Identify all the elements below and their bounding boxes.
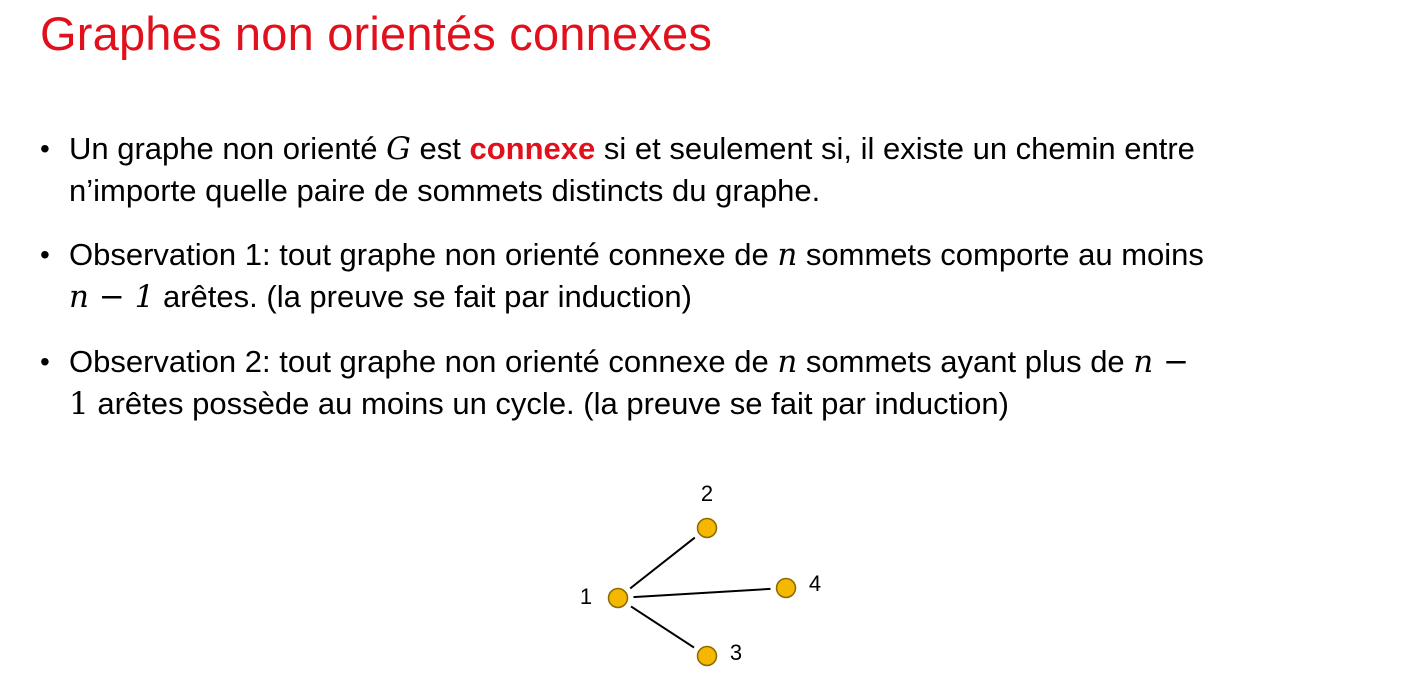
- bullet-definition: • Un graphe non orienté G est connexe si…: [40, 128, 1410, 211]
- slide-title: Graphes non orientés connexes: [40, 7, 713, 60]
- highlighted-term: connexe: [469, 131, 596, 166]
- bullet-dot-icon: •: [40, 346, 50, 377]
- graph-edge-1-3: [630, 605, 695, 649]
- graph-node-3: [696, 645, 718, 667]
- graph-node-4: [775, 577, 797, 599]
- graph-labels: 1 2 3 4: [580, 481, 821, 665]
- graph-node-label-3: 3: [730, 640, 742, 665]
- bullet-observation-1: • Observation 1: tout graphe non orienté…: [40, 234, 1410, 318]
- math-expression: n − 1: [69, 279, 155, 315]
- bullet-observation-2: • Observation 2: tout graphe non orienté…: [40, 341, 1410, 425]
- tree-graph-diagram: 1 2 3 4: [580, 481, 821, 667]
- math-symbol: n: [777, 237, 798, 273]
- bullet-text: arêtes. (la preuve se fait par induction…: [154, 279, 692, 314]
- bullet-text: Observation 1: tout graphe non orienté c…: [69, 237, 778, 272]
- graph-edges: [629, 536, 771, 649]
- graph-node-label-2: 2: [701, 481, 713, 506]
- bullet-text: si et seulement si, il existe un chemin …: [595, 131, 1195, 166]
- graph-node-label-4: 4: [809, 571, 821, 596]
- bullet-text: sommets ayant plus de: [797, 344, 1134, 379]
- math-expression: 1: [69, 386, 89, 422]
- math-symbol: n: [777, 344, 798, 380]
- bullet-list: • Un graphe non orienté G est connexe si…: [40, 128, 1410, 448]
- graph-node-label-1: 1: [580, 584, 592, 609]
- math-expression: n −: [1133, 344, 1190, 380]
- graph-node-2: [696, 517, 718, 539]
- bullet-text: arêtes possède au moins un cycle. (la pr…: [88, 386, 1009, 421]
- bullet-text: n’importe quelle paire de sommets distin…: [69, 173, 821, 208]
- bullet-text: Observation 2: tout graphe non orienté c…: [69, 344, 778, 379]
- bullet-dot-icon: •: [40, 133, 50, 164]
- bullet-text: Un graphe non orienté: [69, 131, 387, 166]
- bullet-dot-icon: •: [40, 239, 50, 270]
- graph-node-1: [607, 587, 629, 609]
- graph-edge-1-2: [629, 536, 696, 590]
- math-symbol: G: [386, 131, 411, 167]
- bullet-text: sommets comporte au moins: [797, 237, 1204, 272]
- graph-edge-1-4: [633, 587, 771, 599]
- bullet-text: est: [410, 131, 470, 166]
